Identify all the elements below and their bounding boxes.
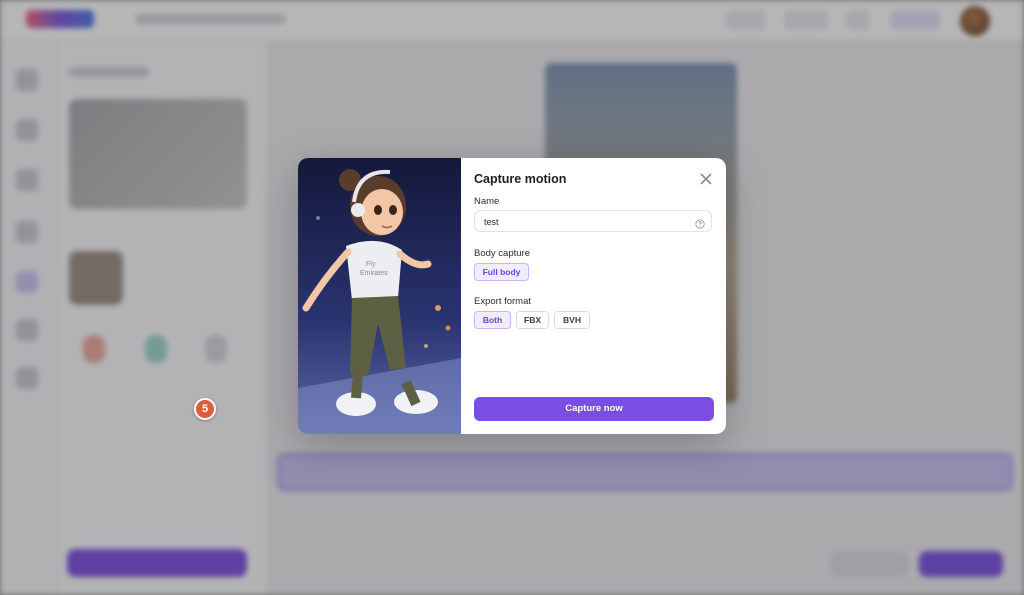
svg-text:Emirates: Emirates xyxy=(360,270,388,277)
body-capture-label: Body capture xyxy=(474,248,530,259)
export-option-both[interactable]: Both xyxy=(474,311,511,329)
export-format-label: Export format xyxy=(474,296,532,307)
name-label: Name xyxy=(474,196,500,207)
capture-motion-modal: Fly Emirates Capture motion Name test Bo… xyxy=(298,158,726,434)
full-body-option[interactable]: Full body xyxy=(474,263,529,281)
step-badge: 5 xyxy=(194,398,216,420)
help-circle-icon[interactable] xyxy=(695,216,705,229)
character-illustration: Fly Emirates xyxy=(298,158,461,434)
name-input[interactable] xyxy=(484,214,684,229)
dancing-girl-image: Fly Emirates xyxy=(298,158,461,434)
modal-title: Capture motion xyxy=(474,172,567,186)
svg-text:Fly: Fly xyxy=(366,261,376,268)
close-icon[interactable] xyxy=(698,171,714,187)
capture-form: Capture motion Name Body capture Full bo… xyxy=(474,158,714,434)
capture-now-button[interactable]: Capture now xyxy=(474,397,714,421)
export-option-fbx[interactable]: FBX xyxy=(516,311,549,329)
export-option-bvh[interactable]: BVH xyxy=(554,311,590,329)
name-field[interactable] xyxy=(474,210,712,232)
